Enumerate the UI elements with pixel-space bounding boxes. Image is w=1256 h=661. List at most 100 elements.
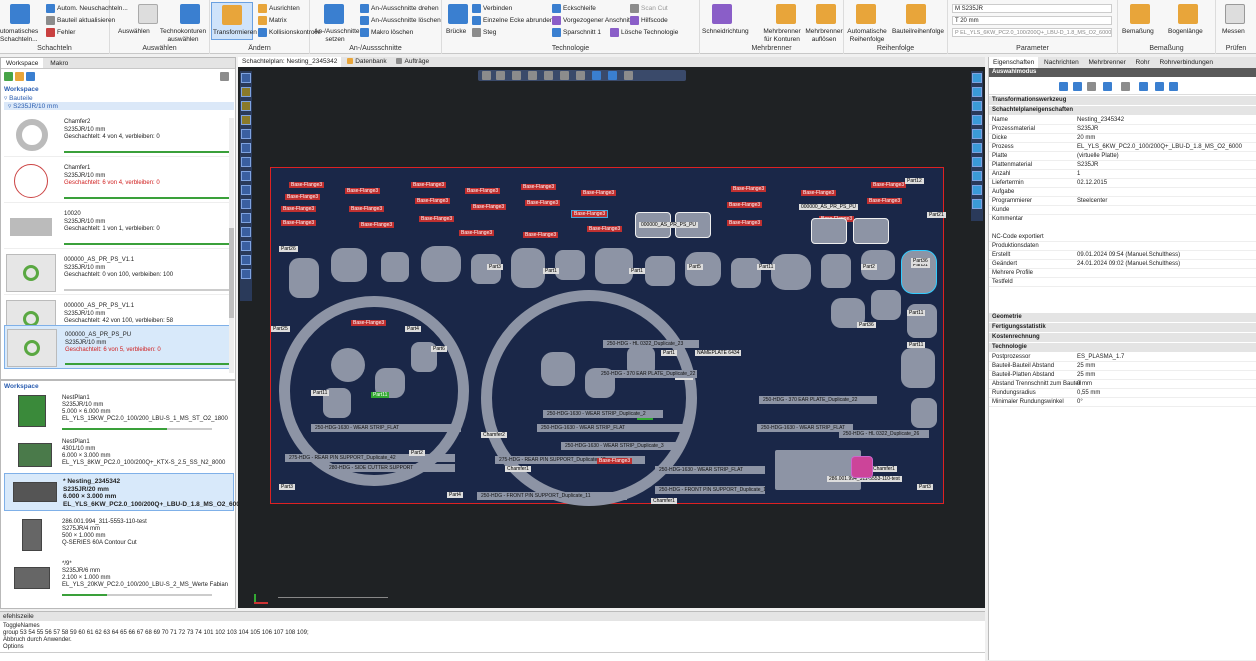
strip-part[interactable]: 275-HDG - REAR PIN SUPPORT_Duplicate_42	[285, 454, 455, 462]
part-label[interactable]: Base-Flange3	[415, 198, 451, 204]
lock-icon[interactable]	[972, 171, 982, 181]
property-row[interactable]: Minimaler Rundungswinkel 0°	[989, 398, 1256, 407]
part-sequence-icon[interactable]	[906, 4, 926, 24]
tab-macro[interactable]: Makro	[45, 58, 73, 68]
property-value[interactable]: S235JR	[1077, 161, 1098, 170]
parts-scrollbar[interactable]	[229, 118, 234, 373]
property-row[interactable]: Erstellt 09.01.2024 09:54 (Manuel.Schulth…	[989, 251, 1256, 260]
strip-part[interactable]: 250-HDG - FRONT PIN SUPPORT_Duplicate_11	[477, 492, 627, 500]
settings-icon[interactable]	[220, 72, 229, 81]
part-label[interactable]: Base-Flange3	[801, 190, 837, 196]
multi-torch-icon[interactable]	[776, 4, 796, 24]
property-row[interactable]: NC-Code exportiert	[989, 233, 1256, 242]
property-value[interactable]: (virtuelle Platte)	[1077, 152, 1119, 161]
label-tool-icon[interactable]	[241, 255, 251, 265]
hole-plate[interactable]	[775, 450, 861, 490]
mode-part-icon[interactable]	[1073, 82, 1082, 91]
part-shape[interactable]	[771, 254, 811, 290]
tab-properties[interactable]: Eigenschaften	[989, 57, 1039, 68]
part-label[interactable]: Part36	[857, 322, 876, 328]
mode-select-icon[interactable]	[1059, 82, 1068, 91]
contour-icon[interactable]	[972, 185, 982, 195]
tab-database[interactable]: Datenbank	[343, 57, 390, 67]
part-label[interactable]: Part11	[907, 310, 926, 316]
view-top-icon[interactable]	[972, 73, 982, 83]
part-label[interactable]: Part3	[917, 484, 933, 490]
process-select[interactable]: P EL_YLS_6KW_PC2.0_100/200Q+_LBU-D_1.8_M…	[952, 28, 1112, 37]
macro-delete-button[interactable]: Makro löschen	[360, 28, 413, 37]
part-shape-selected[interactable]	[901, 250, 937, 294]
list-item[interactable]: */9* S235JR/6 mm 2.100 × 1.000 mm EL_YLS_20…	[4, 557, 234, 597]
delete-tech-button[interactable]: Lösche Technologie	[610, 28, 678, 37]
part-label[interactable]: Part12	[905, 178, 924, 184]
measure-tool-icon[interactable]	[241, 227, 251, 237]
undo-icon[interactable]	[482, 71, 491, 80]
sheet[interactable]: Base-Flange3 Base-Flange3 Base-Flange3 B…	[270, 167, 946, 506]
part-label[interactable]: Base-Flange3	[597, 458, 633, 464]
part-label[interactable]: Chamfer1	[651, 498, 677, 504]
auto-nest-icon[interactable]	[10, 4, 30, 24]
part-label[interactable]: Base-Flange3	[359, 222, 395, 228]
strip-part[interactable]: 250-HDG-1630 - WEAR STRIP_Duplicate_2	[543, 410, 663, 418]
update-part-button[interactable]: Bauteil aktualisieren	[46, 16, 115, 25]
tab-workspace[interactable]: Workspace	[1, 58, 44, 68]
part-label[interactable]: Chamfer2	[481, 432, 507, 438]
add-part-icon[interactable]	[4, 72, 13, 81]
part-shape[interactable]	[871, 290, 901, 320]
multi-torch-resolve-button[interactable]: Mehrbrenner auflösen	[804, 28, 844, 44]
part-shape[interactable]	[421, 246, 461, 282]
property-row[interactable]: Anzahl 1	[989, 170, 1256, 179]
strip-part[interactable]: 250-HDG - 370 EAR PLATE_Duplicate_22	[597, 370, 697, 378]
strip-part[interactable]: 250-HDG - HL 0322_Duplicate_23	[603, 340, 699, 348]
part-label[interactable]: Part5	[687, 264, 703, 270]
part-label[interactable]: Part1	[661, 350, 677, 356]
list-item[interactable]: NestPlan1 S235JR/10 mm 5.000 × 6.000 mm EL_…	[4, 391, 234, 431]
part-label[interactable]: NAMEPLATE 6434	[695, 350, 742, 356]
bridge-button[interactable]: Brücke	[446, 28, 466, 36]
property-value[interactable]: 1	[1077, 170, 1080, 179]
part-label[interactable]: Base-Flange3	[525, 200, 561, 206]
bridge-icon[interactable]	[448, 4, 468, 24]
corner-loop-button[interactable]: Eckschleife	[552, 4, 596, 13]
property-row[interactable]: Produktionsdaten	[989, 242, 1256, 251]
part-label[interactable]: Base-Flange3	[871, 182, 907, 188]
tree-material[interactable]: ▿ S235JR/10 mm	[4, 102, 234, 110]
part-shape[interactable]	[511, 248, 545, 288]
part-label[interactable]: Base-Flange3	[521, 184, 557, 190]
part-label[interactable]: Base-Flange3	[471, 204, 507, 210]
connect-button[interactable]: Verbinden	[472, 4, 512, 13]
part-label[interactable]: Chamfer1	[505, 466, 531, 472]
material-select[interactable]: M S235JR	[952, 4, 1112, 13]
mode-cut-icon[interactable]	[1139, 82, 1148, 91]
cursor-icon[interactable]	[138, 4, 158, 24]
part-label[interactable]: Part4	[405, 326, 421, 332]
part-label[interactable]: Base-Flange3	[727, 202, 763, 208]
techno-select-icon[interactable]	[180, 4, 200, 24]
render-icon[interactable]	[576, 71, 585, 80]
part-label[interactable]: Base-Flange3	[571, 210, 609, 218]
property-value[interactable]: 09.01.2024 09:54 (Manuel.Schulthess)	[1077, 251, 1180, 260]
part-label[interactable]: Base-Flange3	[465, 188, 501, 194]
import-icon[interactable]	[15, 72, 24, 81]
select-button[interactable]: Auswählen	[118, 28, 150, 36]
part-shape[interactable]	[821, 254, 851, 288]
property-value[interactable]: 0 mm	[1077, 380, 1092, 389]
property-value[interactable]: Steelcenter	[1077, 197, 1107, 206]
part-shape[interactable]	[731, 258, 761, 288]
strip-part[interactable]: 250-HDG - HL 0322_Duplicate_26	[839, 430, 929, 438]
part-shape[interactable]	[381, 252, 409, 282]
part-label[interactable]: Part1	[543, 268, 559, 274]
align-tool-icon[interactable]	[241, 143, 251, 153]
part-label[interactable]: Part21	[927, 212, 946, 218]
property-row[interactable]: Programmierer Steelcenter	[989, 197, 1256, 206]
techno-select-button[interactable]: Technokonturen auswählen	[158, 28, 208, 44]
property-row[interactable]: Name Nesting_2345342	[989, 116, 1256, 125]
part-label[interactable]: Base-Flange3	[281, 206, 317, 212]
tree-bauteile[interactable]: ▿ Bauteile	[4, 94, 33, 102]
property-row[interactable]: Rundungsradius 0,55 mm	[989, 389, 1256, 398]
measure-button[interactable]: Messen	[1222, 28, 1245, 36]
part-label[interactable]: Part11	[907, 342, 926, 348]
thickness-select[interactable]: T 20 mm	[952, 16, 1112, 25]
filter-icon[interactable]	[624, 71, 633, 80]
layer-icon[interactable]	[972, 143, 982, 153]
